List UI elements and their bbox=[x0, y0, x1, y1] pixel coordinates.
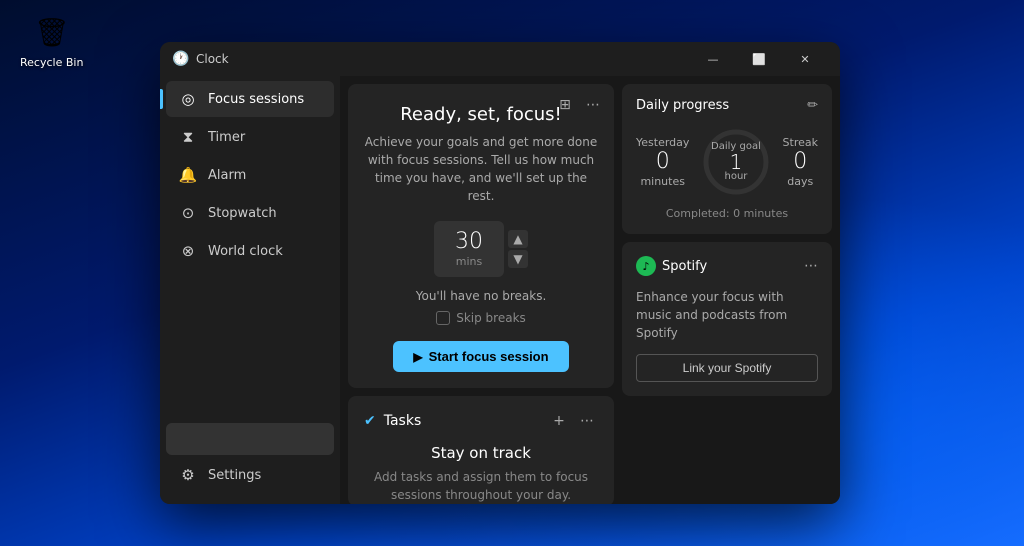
focus-subtitle: Achieve your goals and get more done wit… bbox=[364, 133, 598, 205]
user-avatar-area bbox=[166, 423, 334, 455]
completed-text: Completed: 0 minutes bbox=[636, 207, 818, 220]
daily-goal-container: Daily goal 1 hour bbox=[701, 127, 771, 197]
time-unit: mins bbox=[456, 255, 482, 268]
spotify-name: Spotify bbox=[662, 259, 707, 274]
tasks-card: ✔ Tasks + ⋯ Stay on track Add tasks and … bbox=[348, 396, 614, 504]
sidebar-item-alarm[interactable]: 🔔 Alarm bbox=[166, 157, 334, 193]
edit-icon[interactable]: ✏ bbox=[807, 98, 818, 113]
timer-icon: ⧗ bbox=[180, 129, 196, 145]
yesterday-stat: Yesterday 0 minutes bbox=[636, 136, 689, 188]
sidebar: ◎ Focus sessions ⧗ Timer 🔔 Alarm ⊙ Stopw… bbox=[160, 76, 340, 504]
maximize-button[interactable]: ⬜ bbox=[736, 42, 782, 76]
close-button[interactable]: ✕ bbox=[782, 42, 828, 76]
minimize-button[interactable]: — bbox=[690, 42, 736, 76]
recycle-bin-icon: 🗑 bbox=[32, 12, 72, 52]
focus-grid-icon[interactable]: ⊞ bbox=[554, 94, 576, 116]
focus-more-icon[interactable]: ⋯ bbox=[582, 94, 604, 116]
tasks-title: Tasks bbox=[384, 413, 548, 429]
window-controls: — ⬜ ✕ bbox=[690, 42, 828, 76]
tasks-empty-subtitle: Add tasks and assign them to focus sessi… bbox=[364, 468, 598, 504]
daily-progress-card: Daily progress ✏ Yesterday 0 minutes bbox=[622, 84, 832, 234]
focus-card-toolbar: ⊞ ⋯ bbox=[554, 94, 604, 116]
time-decrement-button[interactable]: ▼ bbox=[508, 250, 528, 268]
focus-title: Ready, set, focus! bbox=[400, 104, 562, 125]
time-value: 30 bbox=[455, 231, 483, 253]
yesterday-label: Yesterday bbox=[636, 136, 689, 149]
tasks-empty-title: Stay on track bbox=[364, 444, 598, 462]
skip-breaks-label: Skip breaks bbox=[456, 311, 526, 325]
streak-label: Streak bbox=[783, 136, 818, 149]
goal-circle-text: Daily goal 1 hour bbox=[701, 127, 771, 197]
app-body: ◎ Focus sessions ⧗ Timer 🔔 Alarm ⊙ Stopw… bbox=[160, 76, 840, 504]
sidebar-item-world-clock[interactable]: ⊗ World clock bbox=[166, 233, 334, 269]
time-increment-button[interactable]: ▲ bbox=[508, 230, 528, 248]
daily-goal-circle: Daily goal 1 hour bbox=[701, 127, 771, 197]
daily-progress-header: Daily progress ✏ bbox=[636, 98, 818, 113]
streak-unit: days bbox=[787, 175, 813, 188]
tasks-header-buttons: + ⋯ bbox=[548, 410, 598, 432]
world-clock-icon: ⊗ bbox=[180, 243, 196, 259]
time-picker: 30 mins ▲ ▼ bbox=[434, 221, 528, 277]
start-focus-button[interactable]: ▶ Start focus session bbox=[393, 341, 568, 372]
sidebar-item-label-timer: Timer bbox=[208, 130, 245, 145]
stopwatch-icon: ⊙ bbox=[180, 205, 196, 221]
sidebar-item-settings[interactable]: ⚙ Settings bbox=[166, 457, 334, 493]
spotify-logo: ♪ Spotify bbox=[636, 256, 707, 276]
yesterday-value: 0 bbox=[656, 151, 670, 173]
time-arrows: ▲ ▼ bbox=[508, 230, 528, 268]
sidebar-item-label-world-clock: World clock bbox=[208, 244, 283, 259]
tasks-more-button[interactable]: ⋯ bbox=[576, 410, 598, 432]
sidebar-bottom: ⚙ Settings bbox=[160, 421, 340, 504]
recycle-bin-label: Recycle Bin bbox=[20, 56, 83, 69]
tasks-add-button[interactable]: + bbox=[548, 410, 570, 432]
stats-row: Yesterday 0 minutes bbox=[636, 127, 818, 197]
spotify-icon: ♪ bbox=[636, 256, 656, 276]
sidebar-item-focus-sessions[interactable]: ◎ Focus sessions bbox=[166, 81, 334, 117]
skip-breaks-checkbox[interactable] bbox=[436, 311, 450, 325]
tasks-header: ✔ Tasks + ⋯ bbox=[364, 410, 598, 432]
yesterday-unit: minutes bbox=[640, 175, 685, 188]
goal-value: 1 bbox=[730, 152, 743, 172]
focus-card: ⊞ ⋯ Ready, set, focus! Achieve your goal… bbox=[348, 84, 614, 388]
alarm-icon: 🔔 bbox=[180, 167, 196, 183]
clock-window: 🕐 Clock — ⬜ ✕ ◎ Focus sessions ⧗ Timer 🔔… bbox=[160, 42, 840, 504]
focus-sessions-icon: ◎ bbox=[180, 91, 196, 107]
spotify-card: ♪ Spotify ⋯ Enhance your focus with musi… bbox=[622, 242, 832, 396]
sidebar-item-timer[interactable]: ⧗ Timer bbox=[166, 119, 334, 155]
center-panel: ⊞ ⋯ Ready, set, focus! Achieve your goal… bbox=[348, 84, 614, 496]
title-bar: 🕐 Clock — ⬜ ✕ bbox=[160, 42, 840, 76]
spotify-header: ♪ Spotify ⋯ bbox=[636, 256, 818, 276]
sidebar-item-label-stopwatch: Stopwatch bbox=[208, 206, 277, 221]
time-display: 30 mins bbox=[434, 221, 504, 277]
sidebar-item-label-alarm: Alarm bbox=[208, 168, 246, 183]
spotify-description: Enhance your focus with music and podcas… bbox=[636, 288, 818, 342]
start-button-label: Start focus session bbox=[429, 349, 549, 364]
goal-unit: hour bbox=[725, 172, 748, 182]
main-content: ⊞ ⋯ Ready, set, focus! Achieve your goal… bbox=[340, 76, 840, 504]
tasks-checkmark-icon: ✔ bbox=[364, 413, 376, 429]
streak-value: 0 bbox=[793, 151, 807, 173]
clock-app-icon: 🕐 bbox=[172, 51, 188, 67]
spotify-menu-icon[interactable]: ⋯ bbox=[804, 258, 818, 274]
play-icon: ▶ bbox=[413, 350, 422, 364]
no-breaks-text: You'll have no breaks. bbox=[416, 289, 547, 303]
window-title: Clock bbox=[196, 52, 690, 66]
sidebar-item-label-focus-sessions: Focus sessions bbox=[208, 92, 304, 107]
recycle-bin[interactable]: 🗑 Recycle Bin bbox=[20, 12, 83, 69]
sidebar-item-stopwatch[interactable]: ⊙ Stopwatch bbox=[166, 195, 334, 231]
skip-breaks-row: Skip breaks bbox=[436, 311, 526, 325]
daily-progress-title: Daily progress bbox=[636, 98, 729, 113]
settings-icon: ⚙ bbox=[180, 467, 196, 483]
right-panel: Daily progress ✏ Yesterday 0 minutes bbox=[622, 84, 832, 496]
spotify-link-button[interactable]: Link your Spotify bbox=[636, 354, 818, 382]
sidebar-item-label-settings: Settings bbox=[208, 468, 261, 483]
streak-stat: Streak 0 days bbox=[783, 136, 818, 188]
